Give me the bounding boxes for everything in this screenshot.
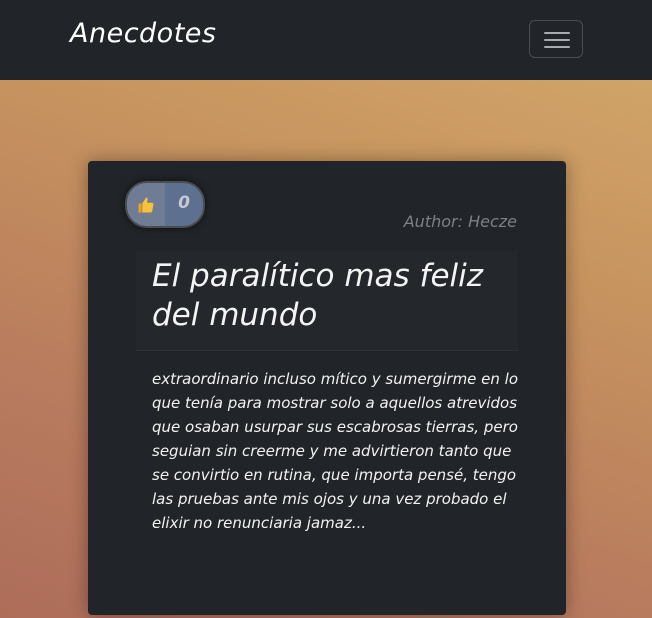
navbar-toggle-button[interactable] [529, 20, 583, 58]
title-container: El paralítico mas feliz del mundo [136, 251, 518, 351]
anecdote-card: 0 Author: Hecze El paralítico mas feliz … [88, 161, 566, 615]
brand-link[interactable]: Anecdotes [70, 18, 216, 49]
thumbs-up-icon [127, 183, 165, 226]
like-button[interactable]: 0 [125, 181, 205, 228]
anecdote-title: El paralítico mas feliz del mundo [152, 258, 484, 333]
navbar: Anecdotes [0, 0, 652, 80]
like-count: 0 [178, 192, 190, 213]
anecdote-body: extraordinario incluso mítico y sumergir… [152, 370, 519, 532]
author-label: Author: Hecze [403, 212, 517, 231]
